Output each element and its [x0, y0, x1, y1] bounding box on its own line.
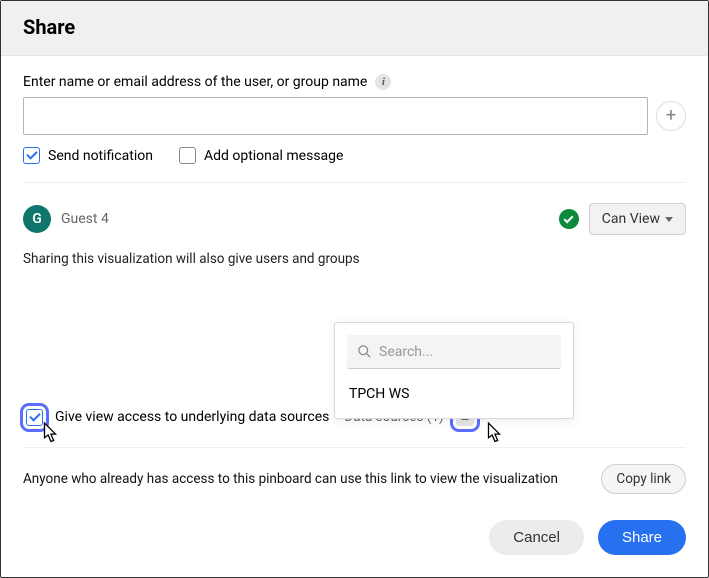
dialog-body: Enter name or email address of the user,… [1, 56, 708, 512]
share-note: Sharing this visualization will also giv… [23, 251, 686, 267]
add-message-option[interactable]: Add optional message [179, 147, 344, 164]
status-ok-icon [559, 209, 579, 229]
dialog-footer: Cancel Share [1, 512, 708, 577]
cursor-icon [483, 421, 505, 449]
permission-dropdown[interactable]: Can View [589, 203, 686, 235]
share-button[interactable]: Share [598, 520, 686, 555]
share-dialog: Share Enter name or email address of the… [0, 0, 709, 578]
dialog-title: Share [1, 1, 708, 56]
data-source-item[interactable]: TPCH WS [347, 369, 561, 406]
link-info-text: Anyone who already has access to this pi… [23, 471, 587, 487]
permission-label: Can View [602, 211, 660, 227]
search-placeholder: Search... [379, 344, 433, 360]
chevron-down-icon [665, 217, 673, 222]
give-access-checkbox-focus [23, 406, 46, 429]
copy-link-button[interactable]: Copy link [601, 464, 686, 494]
data-source-search[interactable]: Search... [347, 335, 561, 369]
add-message-checkbox[interactable] [179, 147, 196, 164]
user-name: Guest 4 [61, 211, 549, 227]
recipient-label-text: Enter name or email address of the user,… [23, 74, 367, 90]
give-access-label: Give view access to underlying data sour… [55, 409, 329, 425]
avatar: G [23, 205, 51, 233]
recipient-input[interactable] [23, 97, 648, 135]
search-icon [357, 344, 372, 359]
data-sources-popover: Search... TPCH WS [334, 322, 574, 419]
recipient-label: Enter name or email address of the user,… [23, 74, 686, 90]
add-message-label: Add optional message [204, 148, 344, 164]
cancel-button[interactable]: Cancel [489, 520, 584, 555]
send-notification-label: Send notification [48, 148, 153, 164]
shared-user-row: G Guest 4 Can View [23, 183, 686, 249]
link-row: Anyone who already has access to this pi… [23, 448, 686, 512]
add-recipient-button[interactable]: + [656, 101, 686, 131]
options-row: Send notification Add optional message [23, 147, 686, 182]
info-icon[interactable]: i [375, 74, 391, 90]
give-access-checkbox[interactable] [26, 409, 43, 426]
send-notification-checkbox[interactable] [23, 147, 40, 164]
recipient-input-row: + [23, 97, 686, 135]
send-notification-option[interactable]: Send notification [23, 147, 153, 164]
